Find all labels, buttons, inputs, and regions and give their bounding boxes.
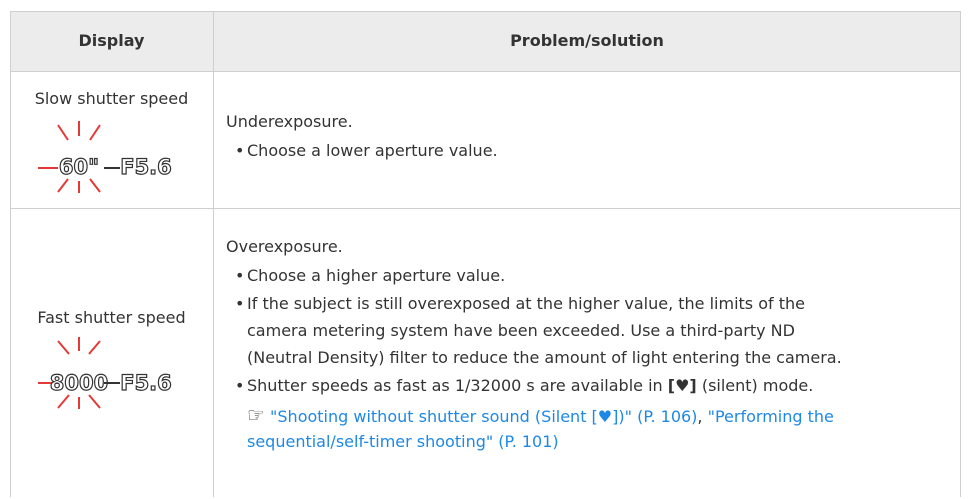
reference-link-silent[interactable]: "Shooting without shutter sound (Silent … — [270, 407, 697, 426]
header-divider — [10, 71, 961, 72]
shutter-value: 8000 — [50, 371, 108, 395]
silent-symbol: [♥] — [667, 376, 697, 395]
problem-heading: Underexposure. — [226, 112, 353, 131]
aperture-value: F5.6 — [120, 155, 172, 179]
bullet-text: (silent) mode. — [701, 376, 814, 395]
reference-separator: , — [697, 407, 703, 426]
slow-shutter-display-icon: 60" F5.6 — [38, 121, 172, 193]
table-border-top — [10, 11, 961, 12]
display-label: Fast shutter speed — [37, 308, 186, 327]
shutter-value: 60" — [59, 155, 99, 179]
row-divider — [10, 208, 961, 209]
fast-shutter-display-icon: 8000 F5.6 — [38, 337, 172, 409]
reference-link-sequential[interactable]: "Performing the — [708, 407, 834, 426]
header-problem-solution: Problem/solution — [510, 31, 664, 50]
see-page-icon: ☞ — [247, 403, 265, 427]
solution-bullet: Shutter speeds as fast as 1/32000 s are … — [235, 376, 814, 395]
solution-bullet-cont: camera metering system have been exceede… — [247, 321, 795, 340]
column-divider — [213, 11, 214, 497]
aperture-value: F5.6 — [120, 371, 172, 395]
reference-link-sequential-cont[interactable]: sequential/self-timer shooting" (P. 101) — [247, 432, 559, 451]
solution-bullet: Choose a lower aperture value. — [235, 141, 498, 160]
bullet-text: Shutter speeds as fast as 1/32000 s are … — [247, 376, 663, 395]
table-border-left — [10, 11, 11, 497]
solution-bullet-cont: (Neutral Density) filter to reduce the a… — [247, 348, 842, 367]
table-border-right — [960, 11, 961, 497]
reference-line: ☞ "Shooting without shutter sound (Silen… — [247, 403, 834, 427]
problem-heading: Overexposure. — [226, 237, 343, 256]
solution-bullet: If the subject is still overexposed at t… — [235, 294, 805, 313]
header-display: Display — [78, 31, 145, 50]
solution-bullet: Choose a higher aperture value. — [235, 266, 505, 285]
exposure-warning-table: Display Problem/solution Slow shutter sp… — [10, 11, 961, 497]
display-label: Slow shutter speed — [34, 89, 189, 108]
